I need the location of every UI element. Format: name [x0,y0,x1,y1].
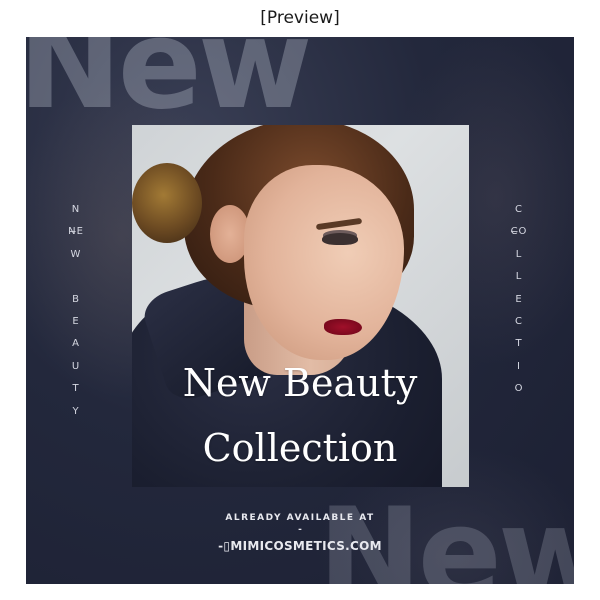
right-vertical-letter: L [515,248,523,260]
right-vertical-letter: E [515,293,523,305]
lips-shape [324,319,362,335]
separator-dash: - [298,525,302,535]
background-word-top: New [26,37,312,137]
website-link[interactable]: -▯MIMICOSMETICS.COM [26,539,574,553]
left-vertical-letter: N [71,204,81,215]
preview-title: [Preview] [260,8,340,28]
left-vertical-letter: B [72,293,80,305]
right-vertical-letter: L [515,271,523,283]
left-vertical-letter: W [70,248,82,260]
right-vertical-letter: T [515,338,523,350]
right-vertical-letter: C̶O [510,226,528,238]
left-vertical-letter: Y [72,405,80,417]
banner-canvas: New New N N̶E W B E A U T Y C C̶O L L E … [26,37,574,584]
hair-bun-shape [132,163,202,243]
headline-line-2: Collection [202,426,398,470]
left-vertical-letter: A [72,338,80,350]
available-text: ALREADY AVAILABLE AT [225,513,375,523]
eye-shape [322,233,358,245]
background-word-bottom: New [318,482,574,584]
left-vertical-letter: N̶E [68,226,84,238]
headline-line-1: New Beauty [182,361,418,405]
right-vertical-letter: C [515,315,523,327]
left-vertical-letter: E [72,315,80,327]
right-vertical-letter: C [515,204,523,215]
